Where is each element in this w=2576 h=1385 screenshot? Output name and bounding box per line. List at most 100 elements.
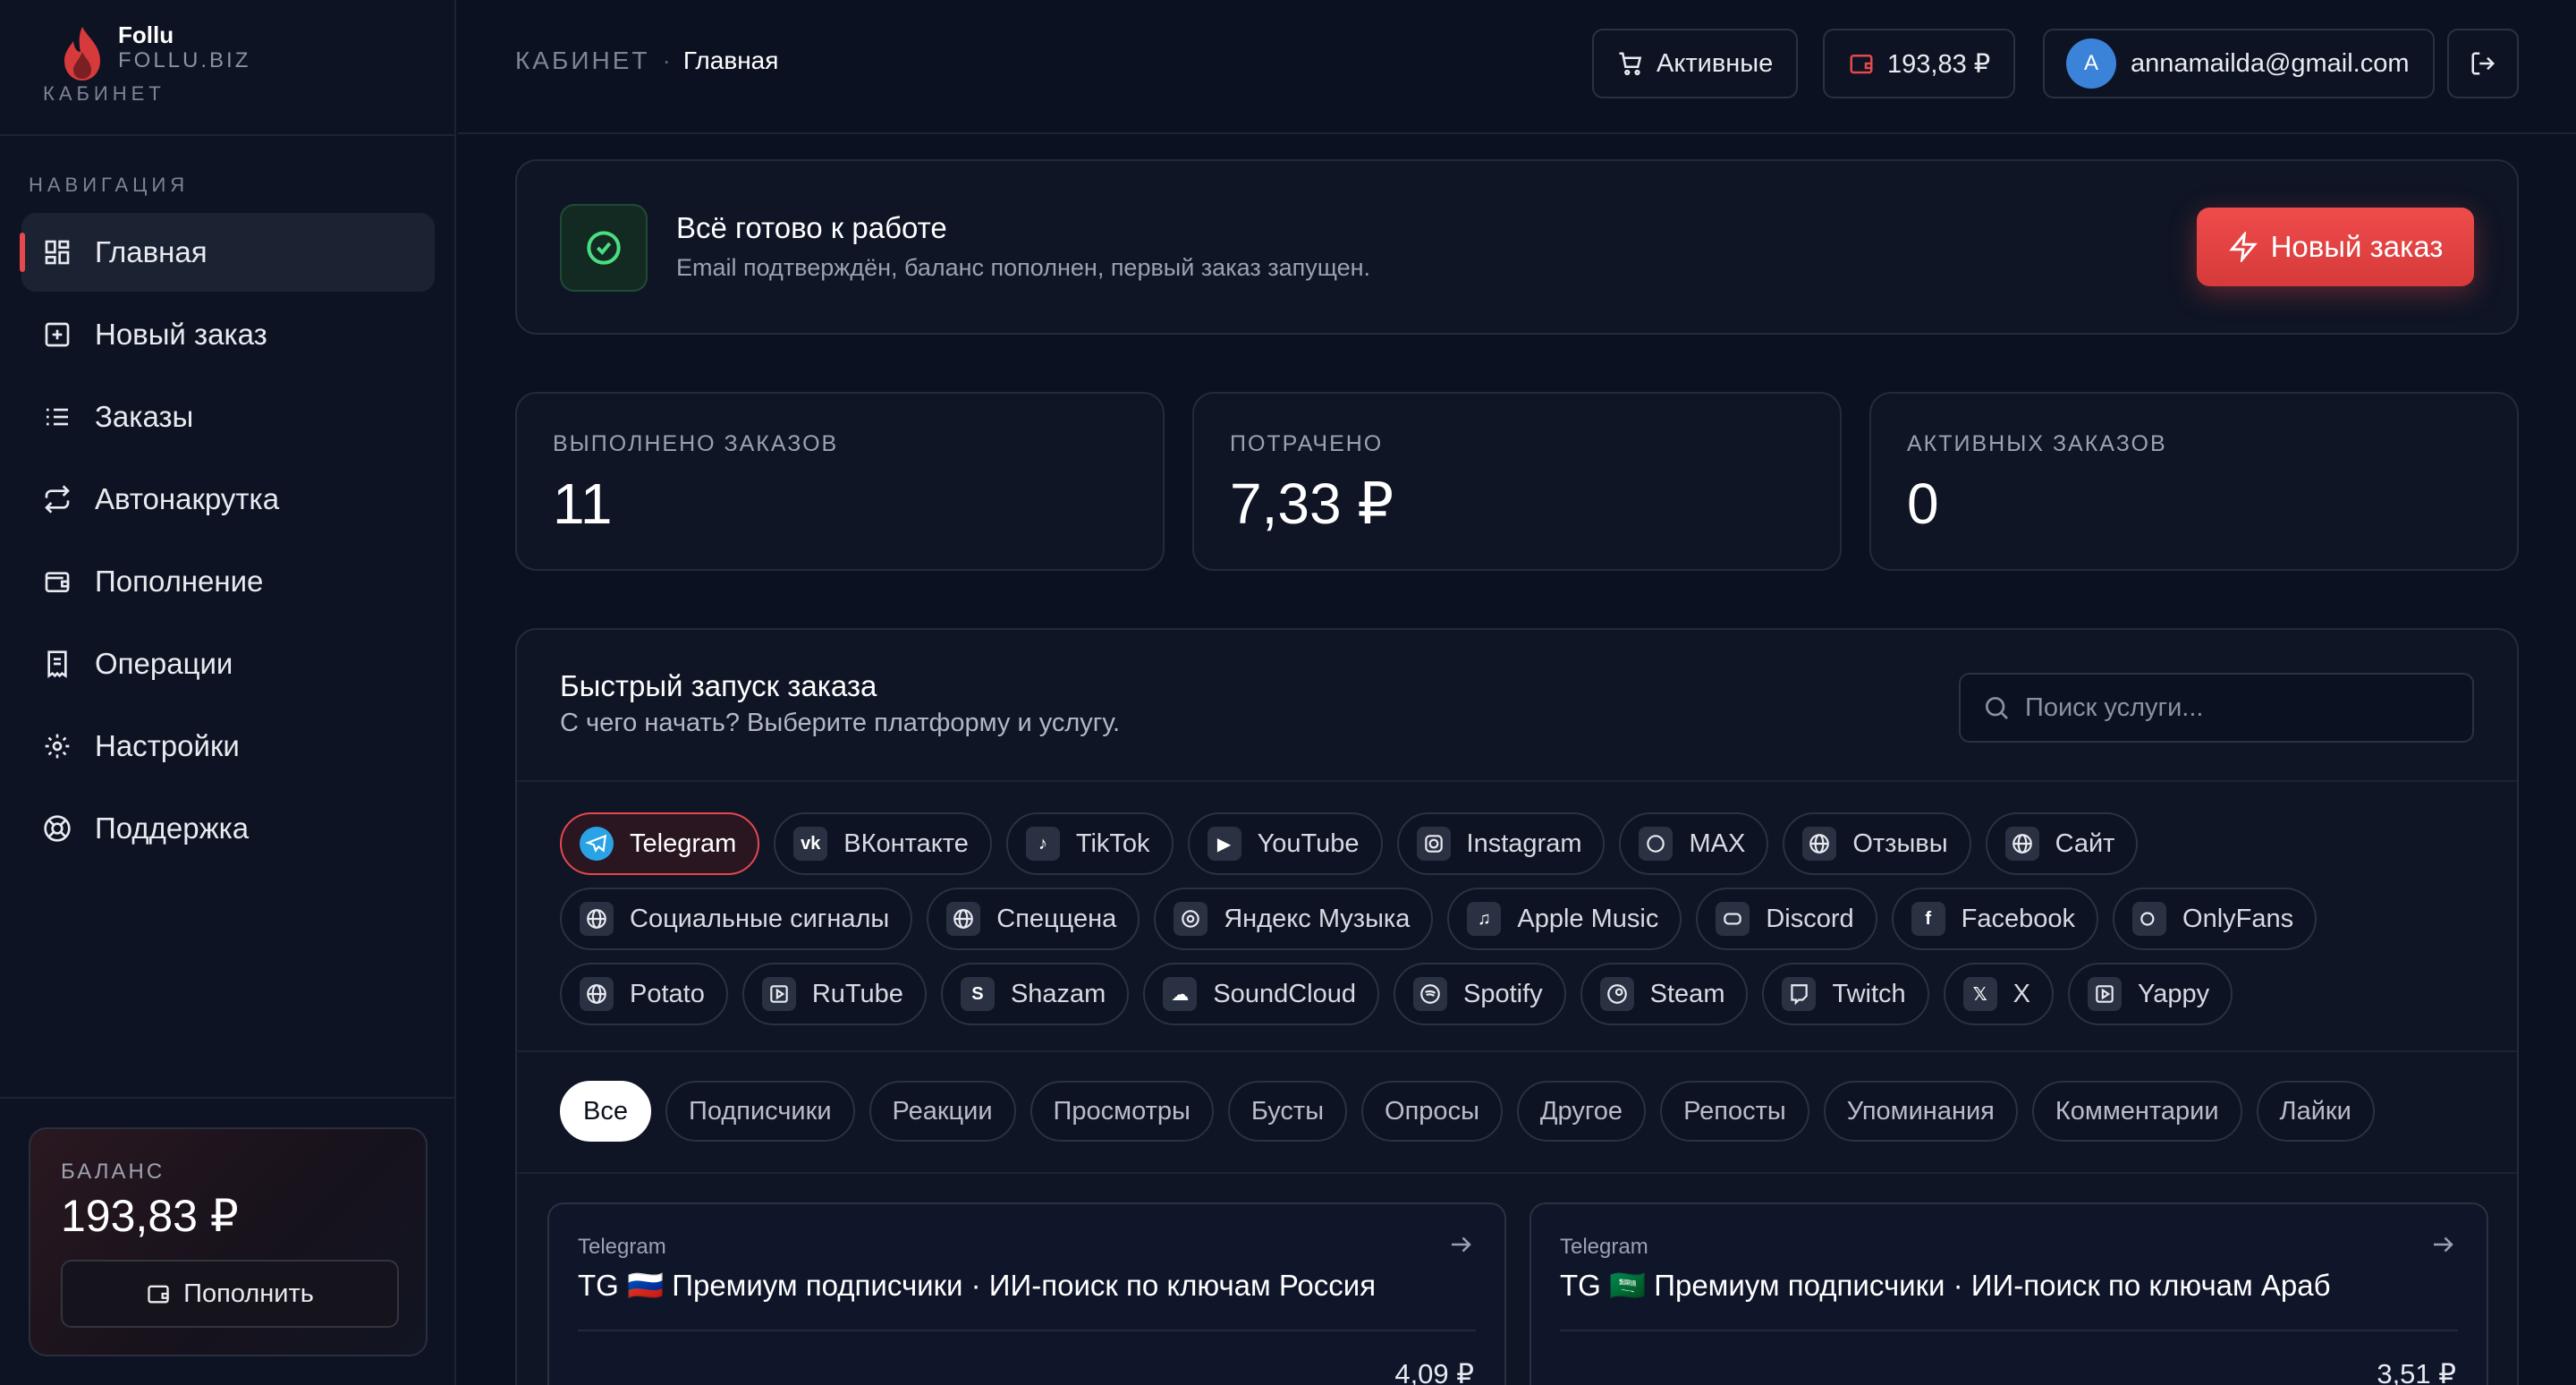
- tiktok-icon: ♪: [1025, 827, 1060, 861]
- platform-label: Yappy: [2138, 979, 2210, 1008]
- topup-button-label: Пополнить: [183, 1279, 314, 1308]
- receipt-icon: [43, 650, 72, 678]
- repeat-icon: [43, 485, 72, 514]
- platform-max[interactable]: MAX: [1619, 812, 1769, 875]
- topup-button[interactable]: Пополнить: [61, 1260, 399, 1328]
- service-title: TG 🇸🇦 Премиум подписчики · ИИ-поиск по к…: [1560, 1269, 2331, 1302]
- brand-domain: FOLLU.BIZ: [118, 48, 251, 72]
- platform-special-price[interactable]: Спеццена: [927, 888, 1140, 950]
- platform-x[interactable]: 𝕏X: [1943, 963, 2055, 1025]
- platform-reviews[interactable]: Отзывы: [1783, 812, 1971, 875]
- category-subscribers[interactable]: Подписчики: [665, 1081, 855, 1142]
- category-likes[interactable]: Лайки: [2256, 1081, 2375, 1142]
- platform-social-signals[interactable]: Социальные сигналы: [560, 888, 913, 950]
- platform-shazam[interactable]: S Shazam: [940, 963, 1130, 1025]
- platform-facebook[interactable]: f Facebook: [1891, 888, 2099, 950]
- category-mentions[interactable]: Упоминания: [1823, 1081, 2018, 1142]
- platform-discord[interactable]: Discord: [1696, 888, 1877, 950]
- platform-soundcloud[interactable]: ☁ SoundCloud: [1143, 963, 1379, 1025]
- platform-yandex-music[interactable]: Яндекс Музыка: [1154, 888, 1434, 950]
- platform-apple-music[interactable]: ♫ Apple Music: [1447, 888, 1682, 950]
- platform-onlyfans[interactable]: OnlyFans: [2113, 888, 2318, 950]
- max-icon: [1639, 827, 1674, 861]
- lightning-icon: [2228, 232, 2258, 262]
- category-other[interactable]: Другое: [1516, 1081, 1647, 1142]
- nav-title: НАВИГАЦИЯ: [29, 174, 190, 196]
- platform-label: OnlyFans: [2182, 904, 2294, 933]
- platform-label: Apple Music: [1517, 904, 1659, 933]
- wallet-icon: [1850, 55, 1873, 74]
- divider: [1560, 1330, 2458, 1331]
- sidebar-item-new-order[interactable]: Новый заказ: [21, 295, 435, 374]
- user-menu-button[interactable]: A annamailda@gmail.com: [2043, 29, 2435, 98]
- discord-icon: [1716, 902, 1750, 936]
- platform-label: Сайт: [2055, 828, 2115, 858]
- platform-twitch[interactable]: Twitch: [1762, 963, 1929, 1025]
- sidebar-item-home[interactable]: Главная: [20, 213, 435, 292]
- twitch-icon: [1782, 977, 1817, 1011]
- globe-icon: [580, 977, 614, 1011]
- service-card[interactable]: Telegram TG 🇷🇺 Премиум подписчики · ИИ-п…: [547, 1202, 1506, 1385]
- divider: [517, 780, 2517, 782]
- platform-label: ВКонтакте: [843, 828, 969, 858]
- platform-label: Potato: [630, 979, 705, 1008]
- platform-steam[interactable]: Steam: [1580, 963, 1749, 1025]
- platform-tiktok[interactable]: ♪ TikTok: [1005, 812, 1174, 875]
- platform-label: Facebook: [1961, 904, 2076, 933]
- check-circle-icon: [560, 204, 648, 292]
- category-all[interactable]: Все: [560, 1081, 651, 1142]
- category-views[interactable]: Просмотры: [1030, 1081, 1214, 1142]
- platform-rutube[interactable]: RuTube: [741, 963, 927, 1025]
- category-boosts[interactable]: Бусты: [1227, 1081, 1348, 1142]
- sidebar-item-support[interactable]: Поддержка: [21, 789, 435, 868]
- platform-label: Shazam: [1010, 979, 1106, 1008]
- platform-telegram[interactable]: Telegram: [560, 812, 760, 875]
- platform-potato[interactable]: Potato: [560, 963, 728, 1025]
- rutube-icon: [761, 977, 796, 1011]
- category-comments[interactable]: Комментарии: [2031, 1081, 2242, 1142]
- active-orders-button[interactable]: Активные: [1592, 29, 1799, 98]
- new-order-button[interactable]: Новый заказ: [2197, 208, 2474, 286]
- yappy-icon: [2088, 977, 2123, 1011]
- stat-value: 0: [1907, 472, 1939, 536]
- sidebar-item-label: Пополнение: [95, 565, 264, 598]
- service-price: 3,51 ₽: [2377, 1358, 2456, 1385]
- category-reposts[interactable]: Репосты: [1660, 1081, 1809, 1142]
- platform-vkontakte[interactable]: vk ВКонтакте: [774, 812, 992, 875]
- sidebar-item-label: Заказы: [95, 400, 194, 433]
- platform-youtube[interactable]: ▶ YouTube: [1187, 812, 1383, 875]
- quick-launch-card: Быстрый запуск заказа С чего начать? Выб…: [515, 628, 2519, 1385]
- stat-card-completed: ВЫПОЛНЕНО ЗАКАЗОВ 11: [515, 392, 1165, 571]
- platform-spotify[interactable]: Spotify: [1393, 963, 1566, 1025]
- ready-card: Всё готово к работе Email подтверждён, б…: [515, 159, 2519, 335]
- sidebar-item-topup[interactable]: Пополнение: [21, 542, 435, 621]
- logout-button[interactable]: [2447, 29, 2519, 98]
- platform-site[interactable]: Сайт: [1985, 812, 2139, 875]
- platform-label: Яндекс Музыка: [1224, 904, 1411, 933]
- service-search[interactable]: [1959, 673, 2474, 743]
- sidebar-item-operations[interactable]: Операции: [21, 625, 435, 703]
- sidebar-item-orders[interactable]: Заказы: [21, 378, 435, 456]
- telegram-icon: [580, 827, 614, 861]
- category-polls[interactable]: Опросы: [1361, 1081, 1503, 1142]
- plus-square-icon: [43, 320, 72, 349]
- breadcrumb-root[interactable]: КАБИНЕТ: [515, 47, 650, 74]
- service-card[interactable]: Telegram TG 🇸🇦 Премиум подписчики · ИИ-п…: [1530, 1202, 2488, 1385]
- service-search-input[interactable]: [2025, 692, 2454, 723]
- shazam-icon: S: [960, 977, 995, 1011]
- globe-icon: [1802, 827, 1837, 861]
- sidebar-item-settings[interactable]: Настройки: [21, 707, 435, 786]
- sidebar-item-autoboost[interactable]: Автонакрутка: [21, 460, 435, 539]
- service-title: TG 🇷🇺 Премиум подписчики · ИИ-поиск по к…: [578, 1269, 1377, 1302]
- service-price: 4,09 ₽: [1394, 1358, 1474, 1385]
- platform-label: Instagram: [1466, 828, 1582, 858]
- platform-instagram[interactable]: Instagram: [1396, 812, 1606, 875]
- stat-card-spent: ПОТРАЧЕНО 7,33 ₽: [1192, 392, 1842, 571]
- quick-subtitle: С чего начать? Выберите платформу и услу…: [560, 709, 1121, 737]
- platform-label: MAX: [1689, 828, 1746, 858]
- category-reactions[interactable]: Реакции: [869, 1081, 1016, 1142]
- balance-button[interactable]: 193,83 ₽: [1823, 29, 2016, 98]
- balance-value: 193,83 ₽: [61, 1191, 239, 1241]
- platform-yappy[interactable]: Yappy: [2068, 963, 2233, 1025]
- search-icon: [1986, 697, 2008, 719]
